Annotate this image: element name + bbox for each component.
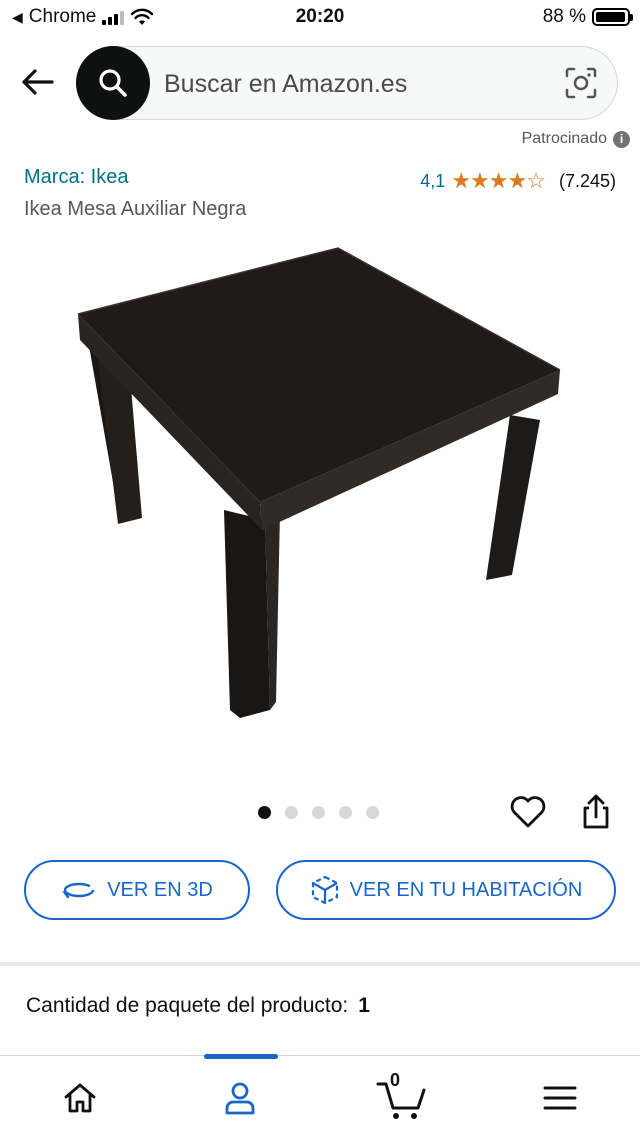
cart-icon <box>376 1082 426 1119</box>
nav-menu[interactable] <box>535 1074 585 1122</box>
share-icon[interactable] <box>576 792 616 832</box>
sponsored-text: Patrocinado <box>521 130 607 147</box>
carousel-dot[interactable] <box>312 806 325 819</box>
bottom-nav: 0 <box>0 1054 640 1139</box>
view-in-room-label: VER EN TU HABITACIÓN <box>349 878 583 901</box>
sponsored-label[interactable]: Patrocinado i <box>522 130 630 148</box>
back-arrow-icon[interactable] <box>18 62 58 102</box>
search-icon <box>99 69 127 97</box>
nav-cart[interactable]: 0 <box>372 1070 432 1122</box>
section-divider <box>0 962 640 966</box>
ar-cube-icon <box>311 875 338 905</box>
search-button[interactable] <box>76 46 150 120</box>
brand-link[interactable]: Marca: Ikea <box>24 166 128 189</box>
rating-summary[interactable]: 4,1 ★★★★☆ (7.245) <box>420 168 616 194</box>
carousel-dot[interactable] <box>366 806 379 819</box>
cart-count: 0 <box>390 1070 401 1090</box>
view-in-room-button[interactable]: VER EN TU HABITACIÓN <box>276 860 616 920</box>
battery-icon <box>592 8 633 26</box>
package-quantity-value: 1 <box>358 994 370 1017</box>
info-icon: i <box>613 130 630 148</box>
nav-account[interactable] <box>215 1074 265 1122</box>
home-icon <box>64 1083 96 1113</box>
battery-status: 88 % <box>542 6 633 28</box>
search-header <box>0 40 640 128</box>
camera-search-icon[interactable] <box>564 66 598 100</box>
rating-count: (7.245) <box>558 170 616 191</box>
package-quantity-label: Cantidad de paquete del producto: <box>26 994 349 1017</box>
search-bar[interactable] <box>76 46 618 120</box>
status-bar: ◀ Chrome 20:20 88 % <box>0 0 640 36</box>
star-rating-icon: ★★★★☆ <box>451 168 546 193</box>
package-quantity: Cantidad de paquete del producto: 1 <box>26 994 370 1018</box>
product-image[interactable] <box>70 240 570 740</box>
battery-percent: 88 % <box>542 6 586 27</box>
heart-icon[interactable] <box>508 792 548 832</box>
search-input[interactable] <box>162 60 546 108</box>
carousel-dot[interactable] <box>339 806 352 819</box>
rating-value: 4,1 <box>420 170 446 191</box>
view-3d-label: VER EN 3D <box>107 878 213 901</box>
account-icon <box>225 1082 255 1115</box>
carousel-dot[interactable] <box>285 806 298 819</box>
carousel-dot[interactable] <box>258 806 271 819</box>
active-tab-indicator <box>204 1054 278 1059</box>
image-carousel-dots <box>258 806 379 819</box>
nav-home[interactable] <box>55 1074 105 1122</box>
menu-icon <box>543 1086 577 1110</box>
rotate-3d-icon <box>62 882 95 899</box>
product-title: Ikea Mesa Auxiliar Negra <box>24 198 247 220</box>
view-3d-button[interactable]: VER EN 3D <box>24 860 250 920</box>
